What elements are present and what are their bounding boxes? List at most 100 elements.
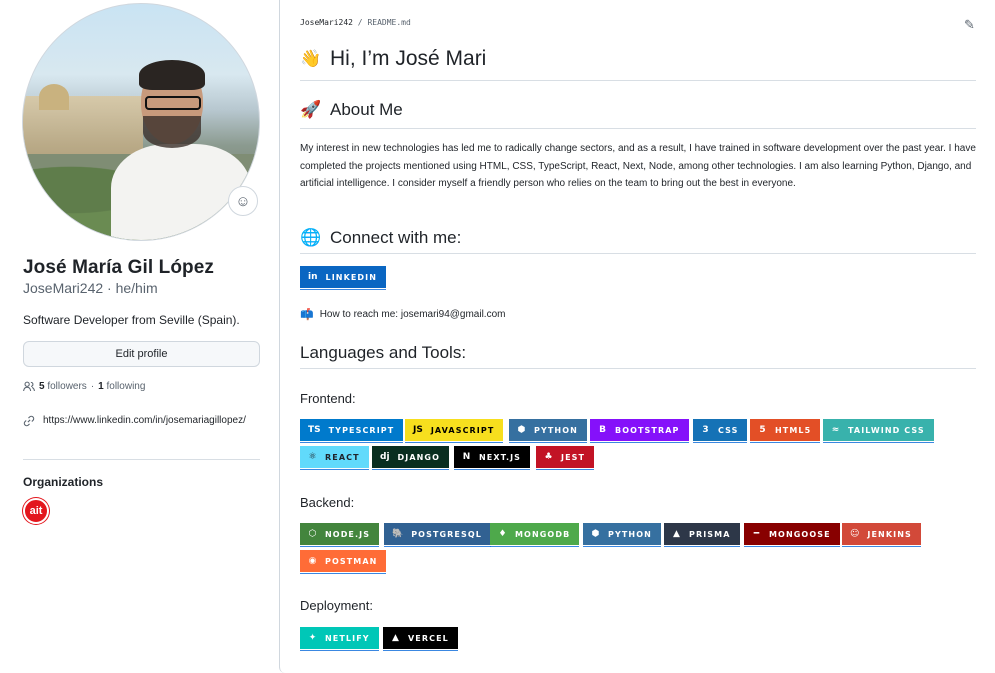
badge-postman[interactable]: ◉ POSTMAN bbox=[300, 550, 387, 574]
python-fe-logo-icon: ⬢ bbox=[517, 425, 526, 435]
badge-bootstrap[interactable]: B BOOTSTRAP bbox=[590, 419, 689, 443]
link-icon bbox=[23, 415, 35, 427]
typescript-logo-icon: TS bbox=[308, 425, 321, 435]
languages-heading: Languages and Tools: bbox=[300, 343, 466, 363]
badge-label: PYTHON bbox=[608, 529, 652, 539]
organizations-heading: Organizations bbox=[23, 475, 104, 489]
badge-label: NEXT.JS bbox=[479, 452, 522, 462]
badge-nextjs[interactable]: N NEXT.JS bbox=[454, 446, 531, 470]
readme-path-file[interactable]: README.md bbox=[367, 18, 410, 27]
badge-label: JEST bbox=[561, 452, 586, 462]
badge-tailwind-css[interactable]: ≈ TAILWIND CSS bbox=[823, 419, 934, 443]
about-heading-text: About Me bbox=[330, 100, 403, 119]
netlify-logo-icon: ✦ bbox=[308, 633, 317, 643]
badge-label: PYTHON bbox=[534, 425, 578, 435]
mailbox-icon: 📫 bbox=[300, 309, 314, 321]
languages-heading-text: Languages and Tools: bbox=[300, 343, 467, 362]
badge-label: TAILWIND CSS bbox=[848, 425, 925, 435]
rocket-icon: 🚀 bbox=[300, 100, 322, 119]
sidebar-divider bbox=[23, 459, 260, 460]
pencil-icon: ✎ bbox=[964, 17, 975, 32]
about-paragraph: My interest in new technologies has led … bbox=[300, 143, 976, 189]
badge-python-frontend[interactable]: ⬢ PYTHON bbox=[509, 419, 587, 443]
badge-linkedin[interactable]: in LINKEDIN bbox=[300, 266, 387, 290]
connect-heading: 🌐 Connect with me: bbox=[300, 228, 461, 248]
css-logo-icon: 3 bbox=[702, 425, 709, 435]
following-label: following bbox=[106, 381, 146, 392]
badge-label: VERCEL bbox=[408, 633, 449, 643]
profile-readme-card: JoseMari242 / README.md ✎ 👋 Hi, I’m José… bbox=[279, 0, 995, 673]
about-heading: 🚀 About Me bbox=[300, 100, 403, 120]
followers-link[interactable]: 5 followers bbox=[39, 381, 87, 392]
deployment-heading: Deployment: bbox=[300, 598, 373, 613]
org-logo-text: ait bbox=[29, 505, 43, 517]
followers-label: followers bbox=[47, 381, 87, 392]
badge-label: PRISMA bbox=[689, 529, 731, 539]
mongoose-logo-icon: ━ bbox=[753, 529, 760, 539]
readme-path-user[interactable]: JoseMari242 bbox=[300, 18, 353, 27]
prisma-logo-icon: ▲ bbox=[673, 529, 680, 539]
avatar-photo-hair bbox=[139, 60, 205, 90]
badge-javascript[interactable]: JS JAVASCRIPT bbox=[405, 419, 504, 443]
readme-breadcrumb: JoseMari242 / README.md bbox=[300, 18, 411, 27]
profile-website: https://www.linkedin.com/in/josemariagil… bbox=[23, 413, 258, 429]
jenkins-logo-icon: ☺ bbox=[850, 529, 860, 539]
jest-logo-icon: ♣ bbox=[544, 452, 553, 462]
following-count: 1 bbox=[98, 381, 104, 392]
badge-nodejs[interactable]: ⬡ NODE.JS bbox=[300, 523, 380, 547]
badge-python-backend[interactable]: ⬢ PYTHON bbox=[583, 523, 661, 547]
following-link[interactable]: 1 following bbox=[98, 381, 145, 392]
follow-separator: · bbox=[90, 381, 95, 392]
badge-postgresql[interactable]: 🐘 POSTGRESQL bbox=[384, 523, 491, 547]
badge-netlify[interactable]: ✦ NETLIFY bbox=[300, 627, 379, 651]
linkedin-logo-icon: in bbox=[308, 272, 318, 282]
badge-label: TYPESCRIPT bbox=[328, 425, 395, 435]
profile-full-name: José María Gil López bbox=[23, 257, 214, 278]
badge-typescript[interactable]: TS TYPESCRIPT bbox=[300, 419, 404, 443]
django-logo-icon: dj bbox=[380, 452, 390, 462]
badge-prisma[interactable]: ▲ PRISMA bbox=[664, 523, 740, 547]
badge-react[interactable]: ⚛ REACT bbox=[300, 446, 369, 470]
website-link[interactable]: https://www.linkedin.com/in/josemariagil… bbox=[43, 413, 258, 429]
badge-label: POSTGRESQL bbox=[411, 529, 482, 539]
edit-profile-button[interactable]: Edit profile bbox=[23, 341, 260, 367]
react-logo-icon: ⚛ bbox=[308, 452, 317, 462]
set-status-button[interactable]: ☺ bbox=[228, 186, 258, 216]
badge-jest[interactable]: ♣ JEST bbox=[536, 446, 595, 470]
organization-avatar-ait[interactable]: ait bbox=[23, 498, 49, 524]
nextjs-logo-icon: N bbox=[462, 452, 471, 462]
badge-label: BOOTSTRAP bbox=[615, 425, 680, 435]
readme-title: 👋 Hi, I’m José Mari bbox=[300, 47, 486, 71]
badge-label: LINKEDIN bbox=[325, 272, 378, 282]
badge-html5[interactable]: 5 HTML5 bbox=[750, 419, 821, 443]
vercel-logo-icon: ▲ bbox=[392, 633, 399, 643]
badge-label: HTML5 bbox=[775, 425, 812, 435]
badge-django[interactable]: dj DJANGO bbox=[372, 446, 450, 470]
badge-label: NETLIFY bbox=[325, 633, 370, 643]
reach-me-text: How to reach me: josemari94@gmail.com bbox=[319, 309, 506, 320]
badge-label: MONGOOSE bbox=[769, 529, 831, 539]
javascript-logo-icon: JS bbox=[413, 425, 423, 435]
edit-readme-button[interactable]: ✎ bbox=[964, 17, 975, 33]
about-rule bbox=[300, 128, 976, 129]
badge-jenkins[interactable]: ☺ JENKINS bbox=[842, 523, 921, 547]
languages-rule bbox=[300, 368, 976, 369]
badge-mongodb[interactable]: ♦ MONGODB bbox=[490, 523, 580, 547]
frontend-heading: Frontend: bbox=[300, 391, 356, 406]
profile-avatar[interactable] bbox=[22, 3, 260, 241]
smiley-icon: ☺ bbox=[235, 192, 251, 210]
globe-icon: 🌐 bbox=[300, 228, 322, 247]
readme-title-text: Hi, I’m José Mari bbox=[330, 47, 487, 70]
avatar-photo-glasses bbox=[145, 96, 201, 110]
badge-label: JENKINS bbox=[867, 529, 912, 539]
badge-vercel[interactable]: ▲ VERCEL bbox=[383, 627, 458, 651]
badge-label: JAVASCRIPT bbox=[430, 425, 495, 435]
badge-label: NODE.JS bbox=[325, 529, 371, 539]
html-logo-icon: 5 bbox=[759, 425, 766, 435]
waving-hand-icon: 👋 bbox=[300, 49, 322, 68]
badge-label: REACT bbox=[325, 452, 360, 462]
badge-css[interactable]: 3 CSS bbox=[693, 419, 748, 443]
badge-mongoose[interactable]: ━ MONGOOSE bbox=[744, 523, 840, 547]
readme-path-separator: / bbox=[352, 18, 368, 27]
title-rule bbox=[300, 80, 976, 81]
